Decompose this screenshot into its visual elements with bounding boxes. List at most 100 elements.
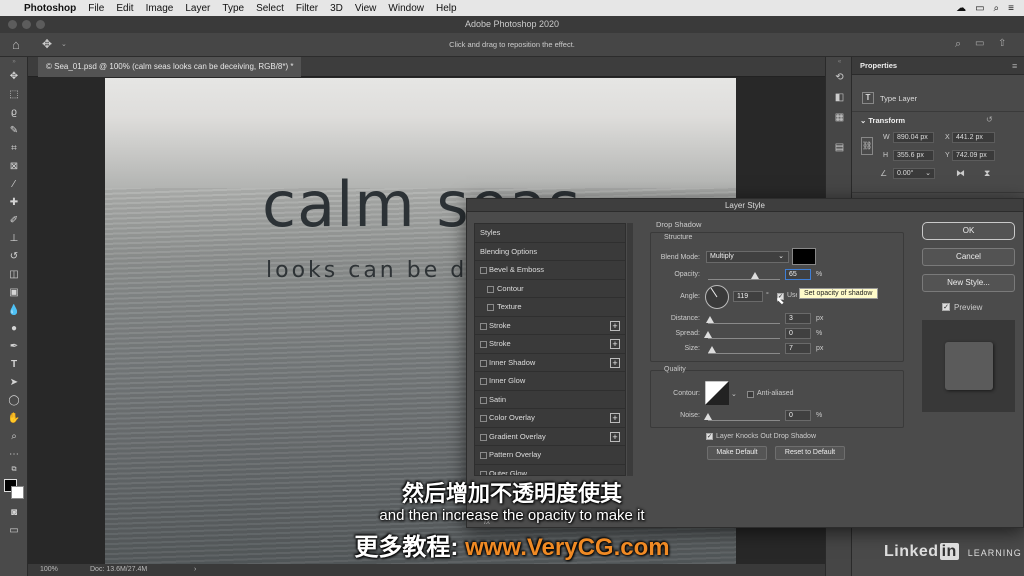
style-item[interactable]: Texture bbox=[475, 298, 625, 317]
gradient-tool-icon[interactable]: ▣ bbox=[0, 283, 28, 301]
menu-type[interactable]: Type bbox=[222, 3, 244, 14]
angle-dial[interactable] bbox=[704, 284, 730, 310]
opacity-slider[interactable] bbox=[708, 279, 780, 280]
eraser-tool-icon[interactable]: ◫ bbox=[0, 265, 28, 283]
menu-app-name[interactable]: Photoshop bbox=[24, 3, 76, 14]
swatches-panel-icon[interactable]: ▦ bbox=[826, 107, 853, 127]
dodge-tool-icon[interactable]: ● bbox=[0, 319, 28, 337]
history-brush-tool-icon[interactable]: ↺ bbox=[0, 247, 28, 265]
style-item-checkbox[interactable] bbox=[480, 267, 487, 274]
size-slider[interactable] bbox=[708, 353, 780, 354]
zoom-level[interactable]: 100% bbox=[40, 564, 58, 576]
style-item-checkbox[interactable] bbox=[480, 452, 487, 459]
width-field[interactable]: 890.04 px bbox=[893, 132, 934, 143]
x-field[interactable]: 441.2 px bbox=[952, 132, 995, 143]
reset-transform-icon[interactable]: ↺ bbox=[986, 115, 993, 124]
opacity-input[interactable]: 65 bbox=[785, 269, 811, 280]
workspace-icon[interactable]: ▭ bbox=[975, 38, 984, 49]
style-item-checkbox[interactable] bbox=[480, 433, 487, 441]
style-item[interactable]: Blending Options bbox=[475, 243, 625, 261]
clone-stamp-tool-icon[interactable]: ⊥ bbox=[0, 229, 28, 247]
height-field[interactable]: 355.6 px bbox=[893, 150, 934, 161]
style-item[interactable]: Gradient Overlay + bbox=[475, 428, 625, 446]
channels-panel-icon[interactable]: ▤ bbox=[826, 137, 853, 157]
style-item-checkbox[interactable] bbox=[487, 285, 494, 293]
contour-picker[interactable] bbox=[705, 381, 729, 405]
transform-section-title[interactable]: ⌄ Transform bbox=[860, 116, 905, 125]
style-item[interactable]: Outer Glow bbox=[475, 465, 625, 475]
spread-slider[interactable] bbox=[708, 338, 780, 339]
quick-select-tool-icon[interactable]: ✎ bbox=[0, 121, 28, 139]
menu-3d[interactable]: 3D bbox=[330, 3, 343, 14]
menu-file[interactable]: File bbox=[88, 3, 104, 14]
edit-toolbar-icon[interactable]: ⋯ bbox=[0, 445, 28, 463]
marquee-tool-icon[interactable]: ⬚ bbox=[0, 85, 28, 103]
flip-horizontal-icon[interactable]: ⧓ bbox=[956, 168, 965, 179]
noise-slider[interactable] bbox=[708, 420, 780, 421]
style-item[interactable]: Inner Shadow + bbox=[475, 354, 625, 372]
cancel-button[interactable]: Cancel bbox=[922, 248, 1015, 266]
blend-mode-select[interactable]: Multiply ⌄ bbox=[706, 251, 789, 263]
add-style-icon[interactable]: + bbox=[610, 357, 620, 368]
size-slider-thumb[interactable] bbox=[707, 346, 716, 353]
anti-aliased-checkbox[interactable] bbox=[747, 391, 754, 398]
brush-tool-icon[interactable]: ✐ bbox=[0, 211, 28, 229]
blur-tool-icon[interactable]: 💧 bbox=[0, 301, 28, 319]
menu-layer[interactable]: Layer bbox=[185, 3, 210, 14]
healing-brush-tool-icon[interactable]: ✚ bbox=[0, 193, 28, 211]
angle-chevron-icon[interactable]: ⌄ bbox=[925, 169, 931, 178]
pen-tool-icon[interactable]: ✒ bbox=[0, 337, 28, 355]
close-window-button[interactable] bbox=[8, 20, 17, 29]
new-style-button[interactable]: New Style... bbox=[922, 274, 1015, 292]
angle-input[interactable]: 119 bbox=[733, 291, 763, 302]
frame-tool-icon[interactable]: ⊠ bbox=[0, 157, 28, 175]
make-default-button[interactable]: Make Default bbox=[707, 446, 767, 460]
crop-tool-icon[interactable]: ⌗ bbox=[0, 139, 28, 157]
opacity-slider-thumb[interactable] bbox=[750, 272, 759, 279]
style-item[interactable]: Color Overlay + bbox=[475, 409, 625, 428]
size-input[interactable]: 7 bbox=[785, 343, 811, 354]
noise-input[interactable]: 0 bbox=[785, 410, 811, 421]
search-icon[interactable]: ⌕ bbox=[955, 38, 961, 51]
reset-to-default-button[interactable]: Reset to Default bbox=[775, 446, 845, 460]
style-item-checkbox[interactable] bbox=[480, 378, 487, 385]
status-menu-icon[interactable]: › bbox=[194, 564, 196, 576]
style-item-checkbox[interactable] bbox=[480, 415, 487, 422]
document-tab[interactable]: © Sea_01.psd @ 100% (calm seas looks can… bbox=[38, 57, 302, 77]
zoom-window-button[interactable] bbox=[36, 20, 45, 29]
strip-collapse-icon[interactable]: « bbox=[826, 57, 853, 67]
search-icon[interactable]: ⌕ bbox=[994, 3, 1000, 14]
add-style-icon[interactable]: + bbox=[610, 413, 620, 423]
spread-slider-thumb[interactable] bbox=[704, 331, 712, 338]
share-icon[interactable]: ⇧ bbox=[998, 38, 1006, 49]
style-item[interactable]: Bevel & Emboss bbox=[475, 261, 625, 280]
style-item-checkbox[interactable] bbox=[487, 304, 494, 311]
style-item-checkbox[interactable] bbox=[480, 359, 487, 367]
style-item-checkbox[interactable] bbox=[480, 341, 487, 348]
preview-checkbox[interactable]: ✓ bbox=[942, 303, 950, 311]
menu-select[interactable]: Select bbox=[256, 3, 284, 14]
angle-field[interactable]: 0.00° ⌄ bbox=[893, 168, 935, 179]
menu-image[interactable]: Image bbox=[146, 3, 174, 14]
flip-vertical-icon[interactable]: ⧗ bbox=[984, 168, 990, 179]
noise-slider-thumb[interactable] bbox=[704, 413, 712, 420]
menu-view[interactable]: View bbox=[355, 3, 377, 14]
style-item[interactable]: Stroke + bbox=[475, 335, 625, 354]
default-colors-icon[interactable]: ⧉ bbox=[0, 463, 28, 477]
styles-list-scrollbar[interactable] bbox=[627, 223, 633, 476]
eyedropper-tool-icon[interactable]: ⁄ bbox=[0, 175, 28, 193]
airplay-icon[interactable]: ▭ bbox=[975, 3, 984, 14]
distance-slider[interactable] bbox=[708, 323, 780, 324]
history-panel-icon[interactable]: ⟲ bbox=[826, 67, 853, 87]
ok-button[interactable]: OK bbox=[922, 222, 1015, 240]
zoom-tool-icon[interactable]: ⌕ bbox=[0, 427, 28, 445]
add-style-icon[interactable]: + bbox=[610, 339, 620, 349]
hand-tool-icon[interactable]: ✋ bbox=[0, 409, 28, 427]
add-style-icon[interactable]: + bbox=[610, 320, 620, 331]
lasso-tool-icon[interactable]: ϱ bbox=[0, 103, 28, 121]
toolbar-collapse-icon[interactable]: » bbox=[0, 57, 28, 67]
type-tool-icon[interactable]: T bbox=[0, 355, 28, 373]
move-tool-icon[interactable]: ✥ bbox=[0, 67, 28, 85]
style-item-checkbox[interactable] bbox=[480, 396, 487, 404]
add-style-icon[interactable]: + bbox=[610, 431, 620, 442]
